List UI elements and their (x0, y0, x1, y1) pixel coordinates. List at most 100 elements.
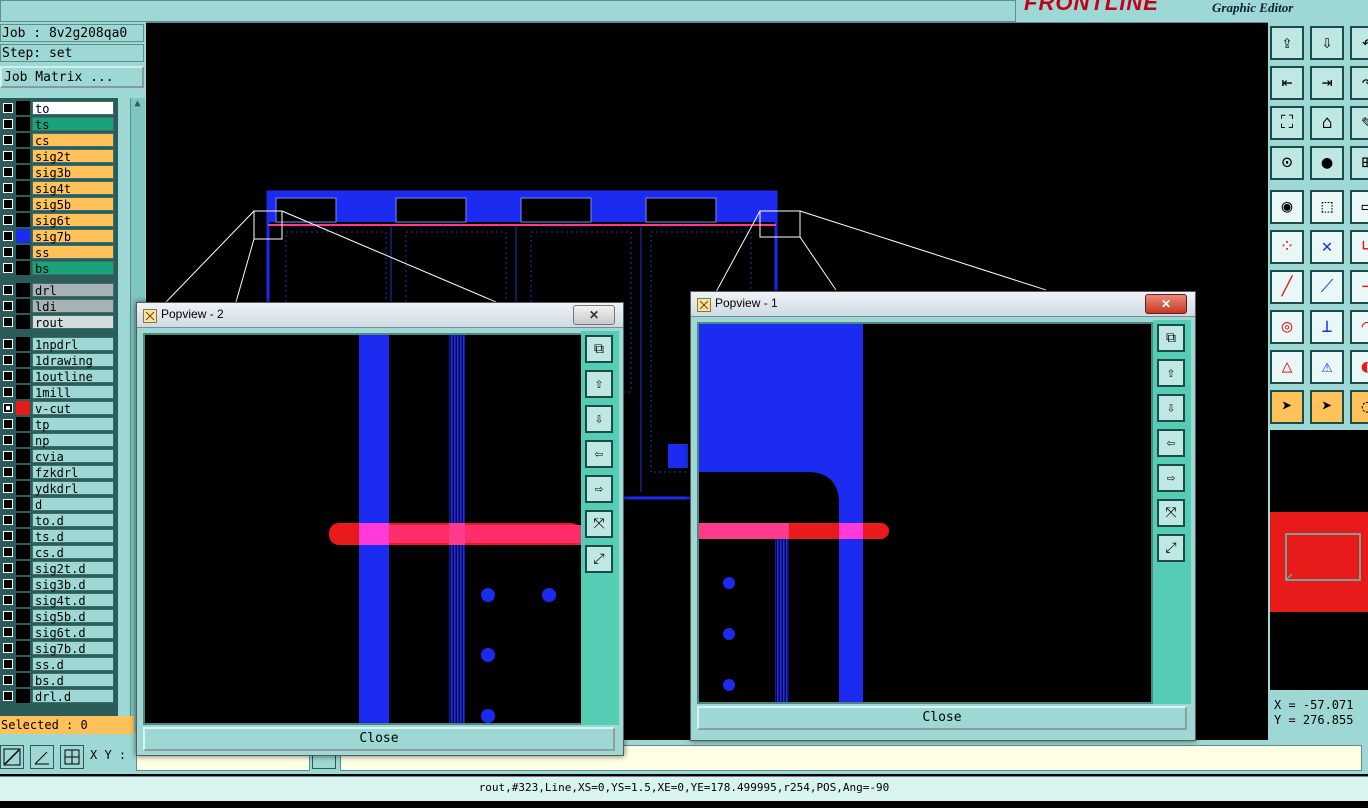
layer-checkbox[interactable] (3, 563, 13, 573)
layer-color-swatch[interactable] (16, 513, 30, 527)
zoom-fit-icon[interactable]: ⤧ (585, 510, 613, 538)
layer-name[interactable]: v-cut (32, 401, 114, 416)
layer-row[interactable]: sig3b (0, 164, 118, 180)
zoom-home-icon[interactable]: ⌂ (1310, 106, 1344, 140)
pan-up-icon[interactable]: ⇧ (1157, 359, 1185, 387)
layer-row[interactable]: fzkdrl (0, 464, 118, 480)
layer-row[interactable]: sig7b (0, 228, 118, 244)
layer-row[interactable]: cvia (0, 448, 118, 464)
zoom-window-icon[interactable]: ⧉ (585, 335, 613, 363)
layer-checkbox[interactable] (3, 339, 13, 349)
pointer-icon[interactable]: ➤ (1270, 390, 1304, 424)
layer-row[interactable]: cs.d (0, 544, 118, 560)
pan-down-icon[interactable]: ⇩ (1157, 394, 1185, 422)
layer-name[interactable]: sig6t.d (32, 625, 114, 640)
layer-checkbox[interactable] (3, 675, 13, 685)
redo-icon[interactable]: ↷ (1350, 66, 1368, 100)
layer-name[interactable]: sig2t.d (32, 561, 114, 576)
layer-name[interactable]: to (32, 101, 114, 116)
layer-color-swatch[interactable] (16, 417, 30, 431)
undo-view-icon[interactable]: ↶ (1350, 26, 1368, 60)
layer-name[interactable]: 1npdrl (32, 337, 114, 352)
layer-name[interactable]: tp (32, 417, 114, 432)
layer-row[interactable]: sig2t.d (0, 560, 118, 576)
layer-checkbox[interactable] (3, 231, 13, 241)
layer-checkbox[interactable] (3, 595, 13, 605)
layer-row[interactable]: d (0, 496, 118, 512)
layer-name[interactable]: ts.d (32, 529, 114, 544)
layer-color-swatch[interactable] (16, 133, 30, 147)
measure-tool-button[interactable] (30, 745, 54, 769)
layer-checkbox[interactable] (3, 135, 13, 145)
slope-icon[interactable]: ⟋ (1310, 270, 1344, 304)
layer-checkbox[interactable] (3, 167, 13, 177)
layer-checkbox[interactable] (3, 151, 13, 161)
layer-color-swatch[interactable] (16, 577, 30, 591)
circle-icon[interactable]: ◎ (1270, 310, 1304, 344)
layer-name[interactable]: 1mill (32, 385, 114, 400)
layer-row[interactable]: 1mill (0, 384, 118, 400)
layer-color-swatch[interactable] (16, 449, 30, 463)
layer-color-swatch[interactable] (16, 641, 30, 655)
layer-row[interactable]: tp (0, 416, 118, 432)
pan-up-icon[interactable]: ⇧ (585, 370, 613, 398)
layer-color-swatch[interactable] (16, 315, 30, 329)
pan-right-icon[interactable]: ⇨ (1157, 464, 1185, 492)
layer-name[interactable]: 1outline (32, 369, 114, 384)
angle-icon[interactable]: ∟ (1350, 230, 1368, 264)
layer-color-swatch[interactable] (16, 545, 30, 559)
layer-name[interactable]: sig3b (32, 165, 114, 180)
pan-right-icon[interactable]: ⇥ (1310, 66, 1344, 100)
layer-color-swatch[interactable] (16, 465, 30, 479)
zoom-center-icon[interactable]: ⤢ (1157, 534, 1185, 562)
layer-name[interactable]: drl (32, 283, 114, 298)
layer-color-swatch[interactable] (16, 369, 30, 383)
layer-color-swatch[interactable] (16, 657, 30, 671)
layer-color-swatch[interactable] (16, 213, 30, 227)
layer-checkbox[interactable] (3, 263, 13, 273)
layer-row[interactable]: sig7b.d (0, 640, 118, 656)
layer-checkbox[interactable] (3, 183, 13, 193)
layer-name[interactable]: fzkdrl (32, 465, 114, 480)
popview-1-titlebar[interactable]: Popview - 1 ✕ (691, 292, 1195, 317)
layer-checkbox[interactable] (3, 467, 13, 477)
zoom-window-icon[interactable]: ⧉ (1157, 324, 1185, 352)
popview-2-close-x-button[interactable]: ✕ (573, 305, 615, 325)
layer-checkbox[interactable] (3, 371, 13, 381)
layer-name[interactable]: cs (32, 133, 114, 148)
pan-left-icon[interactable]: ⇦ (585, 440, 613, 468)
zoom-in-icon[interactable]: ⇪ (1270, 26, 1304, 60)
layer-name[interactable]: bs.d (32, 673, 114, 688)
layer-name[interactable]: ts (32, 117, 114, 132)
layer-checkbox[interactable] (3, 627, 13, 637)
job-matrix-button[interactable]: Job Matrix ... (0, 66, 144, 88)
layer-row[interactable]: cs (0, 132, 118, 148)
layer-checkbox[interactable] (3, 499, 13, 509)
layer-color-swatch[interactable] (16, 181, 30, 195)
layer-color-swatch[interactable] (16, 261, 30, 275)
layer-row[interactable]: sig3b.d (0, 576, 118, 592)
layer-row[interactable]: to (0, 100, 118, 116)
layer-checkbox[interactable] (3, 199, 13, 209)
snap-icon[interactable]: ⊙ (1270, 146, 1304, 180)
layer-checkbox[interactable] (3, 419, 13, 429)
layer-checkbox[interactable] (3, 435, 13, 445)
layer-name[interactable]: bs (32, 261, 114, 276)
layer-name[interactable]: sig6t (32, 213, 114, 228)
layer-checkbox[interactable] (3, 547, 13, 557)
layer-row[interactable]: ydkdrl (0, 480, 118, 496)
popview-2-canvas[interactable] (143, 333, 583, 725)
fill-icon[interactable]: ◐ (1350, 350, 1368, 384)
move-icon[interactable]: ⬚ (1310, 190, 1344, 224)
overview-map[interactable] (1270, 430, 1368, 690)
zoom-fit-icon[interactable]: ⤧ (1157, 499, 1185, 527)
pan-left-icon[interactable]: ⇦ (1157, 429, 1185, 457)
grid-tool-button[interactable] (60, 745, 84, 769)
layer-color-swatch[interactable] (16, 529, 30, 543)
measure-icon[interactable]: ✎ (1350, 106, 1368, 140)
layer-row[interactable]: np (0, 432, 118, 448)
menu-strip[interactable] (0, 0, 1016, 22)
layer-row[interactable]: ss.d (0, 656, 118, 672)
layer-name[interactable]: 1drawing (32, 353, 114, 368)
layer-color-swatch[interactable] (16, 165, 30, 179)
